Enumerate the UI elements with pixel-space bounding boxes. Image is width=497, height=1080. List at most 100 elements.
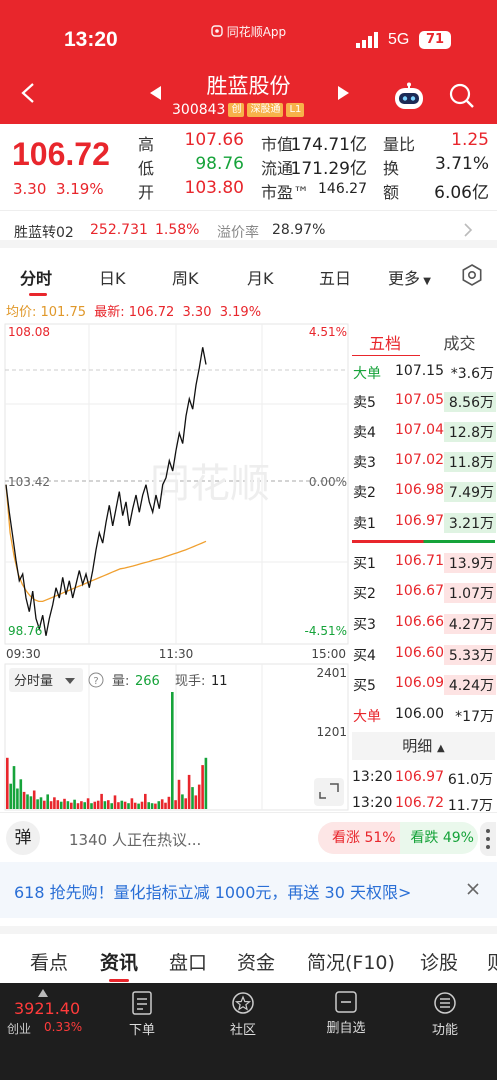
ask-row[interactable]: 卖4 107.04 12.8万 (353, 416, 496, 446)
next-stock-icon[interactable] (337, 86, 349, 100)
volume-bar (16, 788, 19, 809)
volume-bar (80, 801, 83, 809)
volume-bar (53, 797, 56, 809)
order-button[interactable]: 下单 (118, 991, 166, 1038)
volume-bar (22, 791, 26, 809)
detail-header[interactable]: 明细 ▲ (352, 732, 495, 760)
tab-diagnose[interactable]: 诊股 (420, 948, 458, 975)
stock-code: 300843 (172, 102, 226, 118)
y-mid-label: 103.42 (8, 475, 50, 489)
promo-banner[interactable]: 618 抢先购！量化指标立减 1000元，再送 30 天权限> (0, 862, 497, 918)
volume-bar (70, 802, 73, 809)
volume-bar (150, 803, 154, 809)
order-book: 五档 成交 大单 107.15 *3.6万 卖5 107.05 8.56万 卖4 107.04… (350, 322, 497, 814)
volume-bar (12, 766, 16, 809)
level-label: 买5 (353, 678, 376, 694)
bid-row[interactable]: 买5 106.09 4.24万 (353, 669, 496, 699)
level-price: 107.04 (395, 422, 444, 438)
volume-bar (191, 787, 194, 809)
volume-bars (6, 692, 208, 809)
tab-more[interactable]: 更多 ▼ (388, 265, 431, 289)
level-label: 买2 (353, 586, 376, 602)
menu-icon (434, 992, 456, 1014)
level-label: 买3 (353, 617, 376, 633)
remove-watchlist-button[interactable]: 删自选 (320, 991, 372, 1036)
hand-label: 现手: (175, 674, 205, 689)
robot-assistant-icon[interactable] (393, 82, 425, 110)
stat-label: 开 (138, 183, 155, 202)
cb-premium-label: 溢价率 (217, 225, 259, 241)
tab-trades[interactable]: 成交 (422, 330, 497, 354)
volume-bar (36, 799, 39, 809)
discussion-count[interactable]: 1340 人正在热议... (69, 829, 201, 850)
community-button[interactable]: 社区 (219, 991, 267, 1038)
stat-label: 市值 (261, 135, 294, 154)
news-tab-indicator (109, 979, 129, 982)
volume-bar (127, 803, 130, 809)
level-volume: *3.6万 (450, 366, 494, 382)
cb-premium: 28.97% (272, 222, 326, 238)
tab-intraday[interactable]: 分时 (20, 265, 52, 289)
stat-value: 174.71亿 (290, 135, 367, 155)
tab-five-day[interactable]: 五日 (319, 265, 351, 289)
bullish-vote-button[interactable]: 看涨 51% (318, 822, 400, 854)
tab-news[interactable]: 资讯 (100, 948, 138, 975)
ask-row[interactable]: 卖2 106.98 7.49万 (353, 476, 496, 506)
ask-row[interactable]: 卖1 106.97 3.21万 (353, 507, 496, 537)
volume-bar (167, 796, 171, 809)
bearish-vote-button[interactable]: 看跌 49% (400, 822, 478, 854)
tab-daily-k[interactable]: 日K (99, 265, 126, 289)
level-price: 106.09 (395, 675, 444, 691)
volume-bar (154, 803, 157, 809)
level-label: 卖1 (353, 516, 376, 532)
volume-bar (117, 802, 120, 809)
volume-bar (184, 798, 187, 809)
search-icon[interactable] (448, 82, 476, 110)
intraday-chart[interactable]: 同花顺 108.08 103.42 98.76 4.51% 0.00% -4.5… (0, 322, 350, 812)
avg-price-line: 均价: 101.75 最新: 106.72 3.30 3.19% (6, 305, 262, 320)
convertible-bond-row[interactable]: 胜蓝转02 252.731 1.58% 溢价率 28.97% (0, 210, 497, 248)
stat-label: 流通 (261, 159, 294, 178)
promo-text[interactable]: 618 抢先购！量化指标立减 1000元，再送 30 天权限> (14, 879, 411, 903)
stat-label: 额 (383, 183, 400, 202)
fullscreen-button[interactable] (314, 778, 344, 806)
volume-bar (181, 794, 184, 809)
tab-overflow[interactable]: 则 (487, 948, 497, 975)
functions-button[interactable]: 功能 (421, 991, 469, 1038)
ask-row[interactable]: 卖5 107.05 8.56万 (353, 386, 496, 416)
tab-highlights[interactable]: 看点 (30, 948, 68, 975)
bid-row[interactable]: 买4 106.60 5.33万 (353, 639, 496, 669)
tab-monthly-k[interactable]: 月K (247, 265, 274, 289)
big-order-bid-row[interactable]: 大单 106.00 *17万 (353, 700, 495, 730)
tab-market-depth[interactable]: 盘口 (169, 948, 207, 975)
tab-five-levels[interactable]: 五档 (350, 330, 420, 354)
x-label-midday: 11:30 (159, 647, 194, 661)
volume-bar (147, 802, 150, 809)
volume-bar (9, 783, 12, 809)
more-menu-icon[interactable] (480, 822, 496, 856)
close-icon[interactable] (467, 883, 479, 895)
stock-code-row: 300843 创 深股通 L1 (172, 102, 305, 118)
level-price: 106.98 (395, 482, 444, 498)
level-tag: L1 (286, 103, 305, 117)
tab-funds[interactable]: 资金 (237, 948, 275, 975)
barrage-toggle-button[interactable]: 弹 (6, 821, 40, 855)
battery-icon: 71 (419, 31, 451, 49)
volume-bar (137, 803, 140, 809)
level-label: 卖3 (353, 455, 376, 471)
big-order-ask-row[interactable]: 大单 107.15 *3.6万 (353, 357, 495, 387)
index-value[interactable]: 3921.40 (14, 999, 80, 1018)
volume-bar (120, 800, 124, 809)
cb-name: 胜蓝转02 (14, 225, 74, 241)
volume-bar (140, 801, 144, 809)
chart-settings-icon[interactable] (461, 264, 483, 286)
tab-f10[interactable]: 简况(F10) (307, 948, 395, 975)
ask-row[interactable]: 卖3 107.02 11.8万 (353, 446, 496, 476)
tab-weekly-k[interactable]: 周K (172, 265, 199, 289)
bid-row[interactable]: 买2 106.67 1.07万 (353, 577, 496, 607)
bid-row[interactable]: 买1 106.71 13.9万 (353, 547, 496, 577)
level-volume: *17万 (455, 709, 494, 725)
level-price: 106.67 (395, 583, 444, 599)
bid-row[interactable]: 买3 106.66 4.27万 (353, 608, 496, 638)
chevron-right-icon (464, 223, 473, 237)
